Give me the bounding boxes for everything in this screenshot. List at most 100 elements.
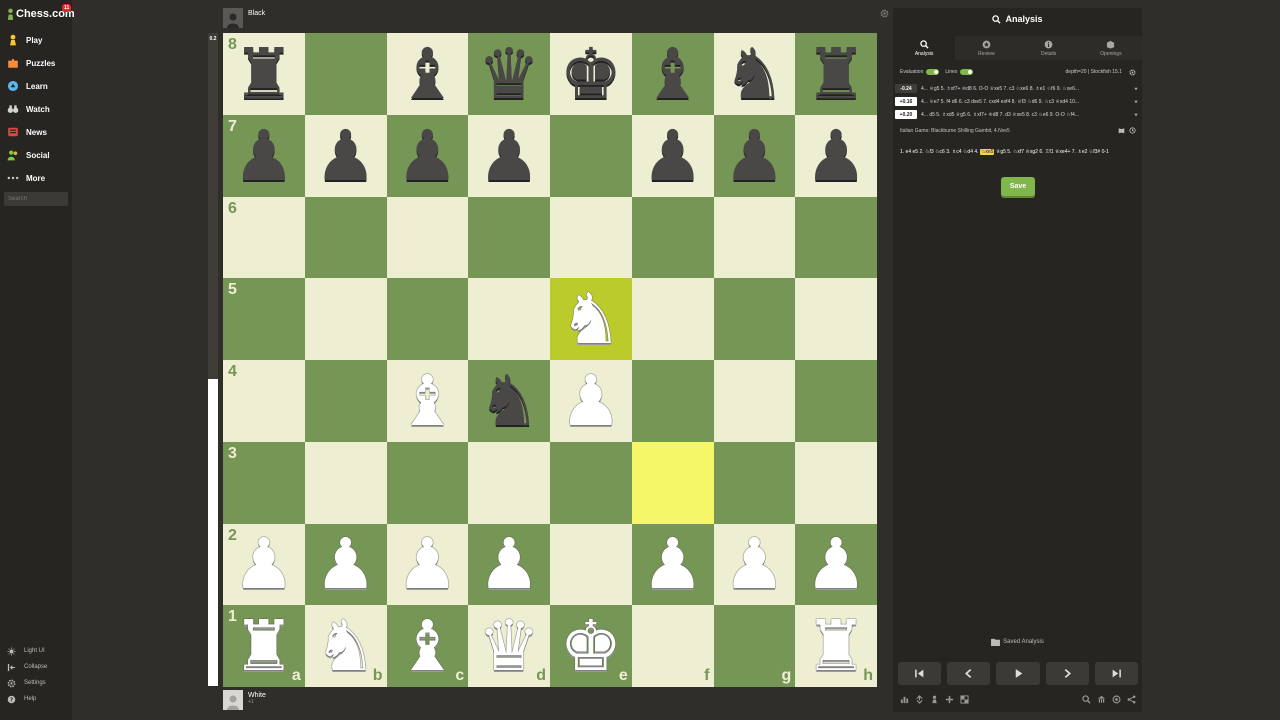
bar-chart-icon[interactable] [900, 695, 909, 704]
black-piece-d4[interactable]: ♞ [468, 360, 550, 442]
nav-item-more[interactable]: More [6, 170, 45, 186]
tab-details[interactable]: Details [1018, 36, 1080, 60]
chevron-down-icon[interactable] [1133, 112, 1139, 118]
black-piece-h8[interactable]: ♜ [795, 33, 877, 115]
square-e6[interactable] [550, 196, 632, 279]
setup-board-icon[interactable] [960, 694, 969, 704]
flip-board-icon[interactable] [915, 694, 924, 704]
square-d1[interactable]: d ♛ [468, 605, 550, 687]
evaluation-toggle[interactable] [926, 69, 940, 75]
square-g6[interactable] [713, 196, 796, 279]
white-piece-c1[interactable]: ♝ [387, 605, 469, 687]
moves-after[interactable]: ♕g5 5. ♘xf7 ♕xg2 6. ♖f1 ♕xe4+ 7. ♗e2 ♘f3… [994, 149, 1109, 155]
white-piece-a1[interactable]: ♜ [223, 605, 305, 687]
square-c3[interactable] [386, 441, 469, 524]
square-e2[interactable] [550, 523, 632, 606]
square-h4[interactable] [795, 360, 877, 442]
white-piece-b2[interactable]: ♟ [305, 524, 387, 606]
square-b1[interactable]: b ♞ [304, 605, 387, 687]
save-button[interactable]: Save [1001, 177, 1035, 196]
target-icon[interactable] [1112, 695, 1121, 704]
chess-board[interactable]: 8 ♜ ♝ ♛ ♚ ♝ ♞ ♜ 7 ♟ ♟ ♟ ♟ ♟ ♟ ♟ 6 5 ♞ 4 ♝ ♞ ♟ 3 2 ♟ ♟ ♟ ♟ ♟ ♟ ♟ 1 a ♜ b ♞ c ♝ d… [223, 33, 877, 687]
square-f1[interactable]: f [631, 605, 714, 687]
square-f4[interactable] [631, 360, 714, 442]
avatar[interactable] [223, 690, 243, 710]
black-piece-e8[interactable]: ♚ [550, 33, 632, 115]
square-c1[interactable]: c ♝ [386, 605, 469, 687]
square-f8[interactable]: ♝ [631, 33, 714, 115]
square-d2[interactable]: ♟ [468, 523, 550, 606]
square-h7[interactable]: ♟ [795, 114, 877, 197]
footer-item-help[interactable]: ? Help [6, 693, 36, 705]
player-top-name[interactable]: Black [248, 10, 265, 17]
square-g1[interactable]: g [713, 605, 796, 687]
black-piece-d7[interactable]: ♟ [468, 115, 550, 197]
tab-review[interactable]: Review [955, 36, 1017, 60]
square-c4[interactable]: ♝ [386, 360, 469, 442]
square-d4[interactable]: ♞ [468, 360, 550, 442]
current-move[interactable]: ♘xe5 [979, 149, 995, 155]
square-b4[interactable] [304, 360, 387, 442]
previous-move-button[interactable] [947, 662, 991, 685]
notification-badge[interactable]: 11 [62, 4, 72, 12]
engine-settings-gear-icon[interactable] [1129, 68, 1136, 76]
square-d5[interactable] [468, 278, 550, 360]
square-g7[interactable]: ♟ [713, 114, 796, 197]
white-piece-h1[interactable]: ♜ [795, 605, 877, 687]
white-piece-d1[interactable]: ♛ [468, 605, 550, 687]
square-d7[interactable]: ♟ [468, 114, 550, 197]
opening-name[interactable]: Italian Game: Blackburne Shilling Gambit… [900, 128, 1010, 134]
square-h3[interactable] [795, 441, 877, 524]
square-h8[interactable]: ♜ [795, 33, 877, 115]
square-b8[interactable] [304, 33, 387, 115]
white-piece-d2[interactable]: ♟ [468, 524, 550, 606]
square-g4[interactable] [713, 360, 796, 442]
white-piece-e1[interactable]: ♚ [550, 605, 632, 687]
black-piece-f7[interactable]: ♟ [632, 115, 714, 197]
nav-item-puzzles[interactable]: Puzzles [6, 55, 55, 71]
zoom-icon[interactable] [1082, 694, 1091, 704]
engine-line[interactable]: -0.24 4... ♕g5 5. ♗xf7+ ♔d8 6. O-O ♕xe5 7… [895, 83, 1139, 94]
square-a5[interactable]: 5 [223, 278, 305, 360]
square-d8[interactable]: ♛ [468, 33, 550, 115]
black-piece-f8[interactable]: ♝ [632, 33, 714, 115]
square-h6[interactable] [795, 196, 877, 279]
square-a6[interactable]: 6 [223, 196, 305, 279]
square-e8[interactable]: ♚ [550, 33, 632, 115]
white-piece-b1[interactable]: ♞ [305, 605, 387, 687]
engine-line-moves[interactable]: 4... ♕e7 5. f4 d6 6. c3 dxe5 7. cxd4 exf… [921, 99, 1130, 105]
pieces-icon[interactable] [930, 695, 939, 704]
black-piece-d8[interactable]: ♛ [468, 33, 550, 115]
square-e4[interactable]: ♟ [550, 360, 632, 442]
nav-item-news[interactable]: News [6, 124, 47, 140]
square-b3[interactable] [304, 441, 387, 524]
book-icon[interactable] [1118, 127, 1125, 134]
square-b5[interactable] [304, 278, 387, 360]
square-g3[interactable] [713, 441, 796, 524]
square-b2[interactable]: ♟ [304, 523, 387, 606]
square-c5[interactable] [386, 278, 469, 360]
square-h2[interactable]: ♟ [795, 523, 877, 606]
white-piece-f2[interactable]: ♟ [632, 524, 714, 606]
saved-analysis-link[interactable]: Saved Analysis [893, 638, 1142, 646]
square-a1[interactable]: 1 a ♜ [223, 605, 305, 687]
black-piece-g7[interactable]: ♟ [714, 115, 796, 197]
square-f5[interactable] [631, 278, 714, 360]
square-f6[interactable] [631, 196, 714, 279]
library-icon[interactable] [1097, 695, 1106, 704]
lines-toggle[interactable] [960, 69, 974, 75]
footer-item-collapse[interactable]: Collapse [6, 661, 47, 673]
square-f7[interactable]: ♟ [631, 114, 714, 197]
square-c8[interactable]: ♝ [386, 33, 469, 115]
white-piece-g2[interactable]: ♟ [714, 524, 796, 606]
square-h1[interactable]: h ♜ [795, 605, 877, 687]
square-h5[interactable] [795, 278, 877, 360]
square-f2[interactable]: ♟ [631, 523, 714, 606]
square-e7[interactable] [550, 114, 632, 197]
white-piece-e5[interactable]: ♞ [550, 278, 632, 360]
square-a2[interactable]: 2 ♟ [223, 523, 305, 606]
square-e3[interactable] [550, 441, 632, 524]
first-move-button[interactable] [898, 662, 942, 685]
square-e5[interactable]: ♞ [550, 278, 632, 360]
explorer-icon[interactable] [1129, 127, 1136, 134]
